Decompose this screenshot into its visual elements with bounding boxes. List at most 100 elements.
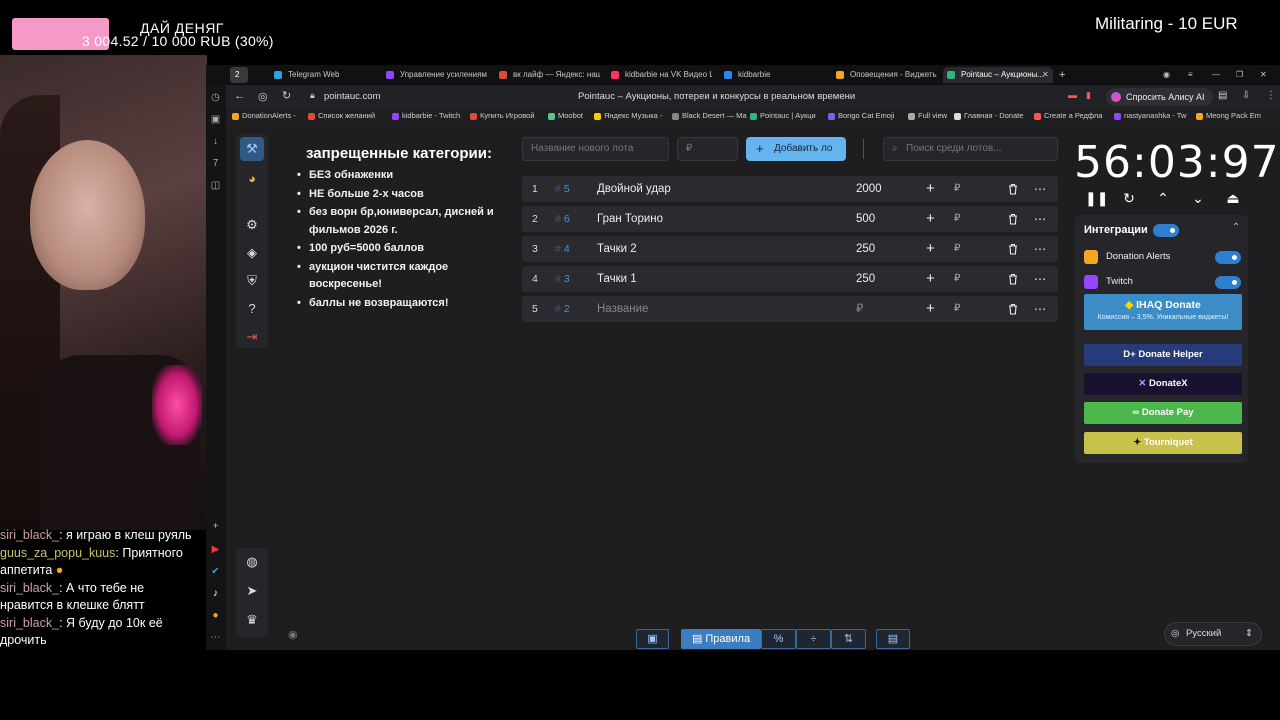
reload-icon[interactable]: ↻ xyxy=(282,89,291,102)
auction-hammer-icon[interactable]: ⚒ xyxy=(240,137,264,161)
chevron-up-icon[interactable]: ⌃ xyxy=(1154,189,1172,207)
clear-list-icon[interactable]: ▤ xyxy=(876,629,910,649)
donate-pay-button[interactable]: ∞ Donate Pay xyxy=(1084,402,1242,424)
lot-name[interactable]: Гран Торино xyxy=(597,206,663,232)
visibility-icon[interactable]: ◉ xyxy=(288,628,298,641)
donatex-button[interactable]: ✕ DonateX xyxy=(1084,373,1242,395)
extensions-icon[interactable]: ⋮ xyxy=(1266,90,1276,101)
lot-name[interactable]: Тачки 1 xyxy=(597,266,637,292)
tiktok-icon[interactable]: ♪ xyxy=(209,587,222,600)
back-icon[interactable]: ← xyxy=(234,90,245,102)
lot-amount[interactable]: 2000 xyxy=(856,176,882,202)
percent-icon[interactable]: % xyxy=(761,629,796,649)
tab-donationalerts[interactable]: Оповещения - Виджеты xyxy=(832,67,937,83)
tab-telegram[interactable]: Telegram Web xyxy=(270,67,370,83)
lot-amount-input[interactable]: ₽ xyxy=(677,137,738,161)
bookmark-item[interactable]: Список желаний xyxy=(308,111,375,120)
bookmark-item[interactable]: Bongo Cat Emoji xyxy=(828,111,894,120)
screenshot-icon[interactable]: ◫ xyxy=(209,179,222,192)
close-tab-icon[interactable]: ✕ xyxy=(1040,67,1052,83)
twitch-toggle[interactable] xyxy=(1215,276,1241,289)
settings-icon[interactable]: ⚙ xyxy=(240,213,264,237)
bookmark-icon[interactable]: ▮ xyxy=(1086,90,1091,101)
divide-icon[interactable]: ÷ xyxy=(796,629,831,649)
profile-icon[interactable]: ◉ xyxy=(1161,67,1175,83)
add-amount-icon[interactable]: + xyxy=(926,296,935,322)
donate-icon[interactable]: ♛ xyxy=(240,608,264,632)
bookmark-item[interactable]: Купить Игровой xyxy=(470,111,535,120)
lot-name[interactable]: Название xyxy=(597,296,648,322)
bookmark-item[interactable]: Create a Редфла xyxy=(1034,111,1102,120)
sort-icon[interactable]: ⇅ xyxy=(831,629,866,649)
download-icon[interactable]: ↓ xyxy=(209,135,222,148)
url-field[interactable]: pointauc.com xyxy=(324,91,381,102)
more-icon[interactable]: ⋯ xyxy=(1034,296,1046,322)
lot-amount[interactable]: 500 xyxy=(856,206,875,232)
add-lot-button[interactable]: + Добавить ло xyxy=(746,137,846,161)
github-icon[interactable]: ◍ xyxy=(240,550,264,574)
double-up-icon[interactable]: ⏏ xyxy=(1224,189,1242,207)
bookmark-item[interactable]: DonationAlerts - xyxy=(232,111,296,120)
lot-amount[interactable]: ₽ xyxy=(856,296,863,322)
verified-icon[interactable]: ✔ xyxy=(209,565,222,578)
more-icon[interactable]: ⋯ xyxy=(1034,176,1046,202)
chevron-up-icon[interactable]: ⌃ xyxy=(1232,222,1240,233)
ihaq-donate-button[interactable]: ◆ IHAQ Donate Комиссия – 3,5%. Уникальны… xyxy=(1084,294,1242,330)
bookmark-item[interactable]: Full view xyxy=(908,111,947,120)
new-lot-input[interactable]: Название нового лота xyxy=(522,137,669,161)
trash-icon[interactable] xyxy=(1008,243,1018,255)
youtube-icon[interactable]: ▶ xyxy=(209,543,222,556)
bookmark-item[interactable]: Black Desert — Ма xyxy=(672,111,747,120)
reset-icon[interactable]: ↻ xyxy=(1120,189,1138,207)
bookmark-item[interactable]: Moobot xyxy=(548,111,583,120)
download-status-icon[interactable]: ⇩ xyxy=(1242,90,1250,101)
telegram-icon[interactable]: ➤ xyxy=(240,579,264,603)
search-input[interactable]: ⌕ Поиск среди лотов... xyxy=(883,137,1058,161)
minimize-icon[interactable]: — xyxy=(1210,67,1224,83)
add-amount-icon[interactable]: + xyxy=(926,266,935,292)
layers-icon[interactable]: ◈ xyxy=(240,241,264,265)
reader-icon[interactable]: ▤ xyxy=(1218,90,1227,101)
lot-name[interactable]: Двойной удар xyxy=(597,176,671,202)
add-amount-icon[interactable]: + xyxy=(926,236,935,262)
bookmark-item[interactable]: Meong Pack Em xyxy=(1196,111,1278,120)
trash-icon[interactable] xyxy=(1008,213,1018,225)
app-icon[interactable]: ● xyxy=(209,609,222,622)
bookmark-item[interactable]: Главная - Donate xyxy=(954,111,1023,120)
menu-icon[interactable]: ≡ xyxy=(1186,67,1200,83)
add-icon[interactable]: + xyxy=(209,520,222,533)
tab-vk[interactable]: kidbarbie xyxy=(720,67,825,83)
home-icon[interactable]: ◎ xyxy=(258,90,268,103)
history-icon[interactable]: ◷ xyxy=(209,91,222,104)
bookmark-flag-icon[interactable]: ▬ xyxy=(1068,90,1077,100)
chevron-down-icon[interactable]: ⌄ xyxy=(1189,189,1207,207)
donate-helper-button[interactable]: D+ Donate Helper xyxy=(1084,344,1242,366)
tabs-icon[interactable]: ▣ xyxy=(209,113,222,126)
lot-amount[interactable]: 250 xyxy=(856,236,875,262)
pause-icon[interactable]: ❚❚ xyxy=(1085,189,1108,207)
tab-counter[interactable]: 2 xyxy=(230,67,248,83)
trash-icon[interactable] xyxy=(1008,273,1018,285)
language-select[interactable]: ◎ Русский ⇕ xyxy=(1164,622,1262,646)
tourniquet-button[interactable]: ✦ Tourniquet xyxy=(1084,432,1242,454)
logout-icon[interactable]: ⇥ xyxy=(240,325,264,349)
alice-ai-button[interactable]: Спросить Алису AI xyxy=(1106,88,1213,106)
tab-twitch-boosts[interactable]: Управление усилениями xyxy=(382,67,487,83)
bookmark-item[interactable]: Pointauc | Аукци xyxy=(750,111,816,120)
save-icon[interactable]: ▣ xyxy=(636,629,669,649)
wheel-icon[interactable]: ◕ xyxy=(240,167,264,191)
rules-button[interactable]: ▤ Правила xyxy=(681,629,761,649)
donationalerts-toggle[interactable] xyxy=(1215,251,1241,264)
tab-vk-live[interactable]: kidbarbie на VK Видео Live xyxy=(607,67,712,83)
tab-pointauc[interactable]: Pointauc – Аукционы... xyxy=(943,67,1053,83)
trash-icon[interactable] xyxy=(1008,303,1018,315)
seven-icon[interactable]: 7 xyxy=(209,157,222,170)
integrations-toggle[interactable] xyxy=(1153,224,1179,237)
new-tab-icon[interactable]: + xyxy=(1056,67,1070,83)
help-icon[interactable]: ? xyxy=(240,297,264,321)
tab-yandex[interactable]: вк лайф — Яндекс: нашёл xyxy=(495,67,600,83)
lot-name[interactable]: Тачки 2 xyxy=(597,236,637,262)
trash-icon[interactable] xyxy=(1008,183,1018,195)
bookmark-item[interactable]: kidbarbie - Twitch xyxy=(392,111,460,120)
close-window-icon[interactable]: ✕ xyxy=(1258,67,1272,83)
